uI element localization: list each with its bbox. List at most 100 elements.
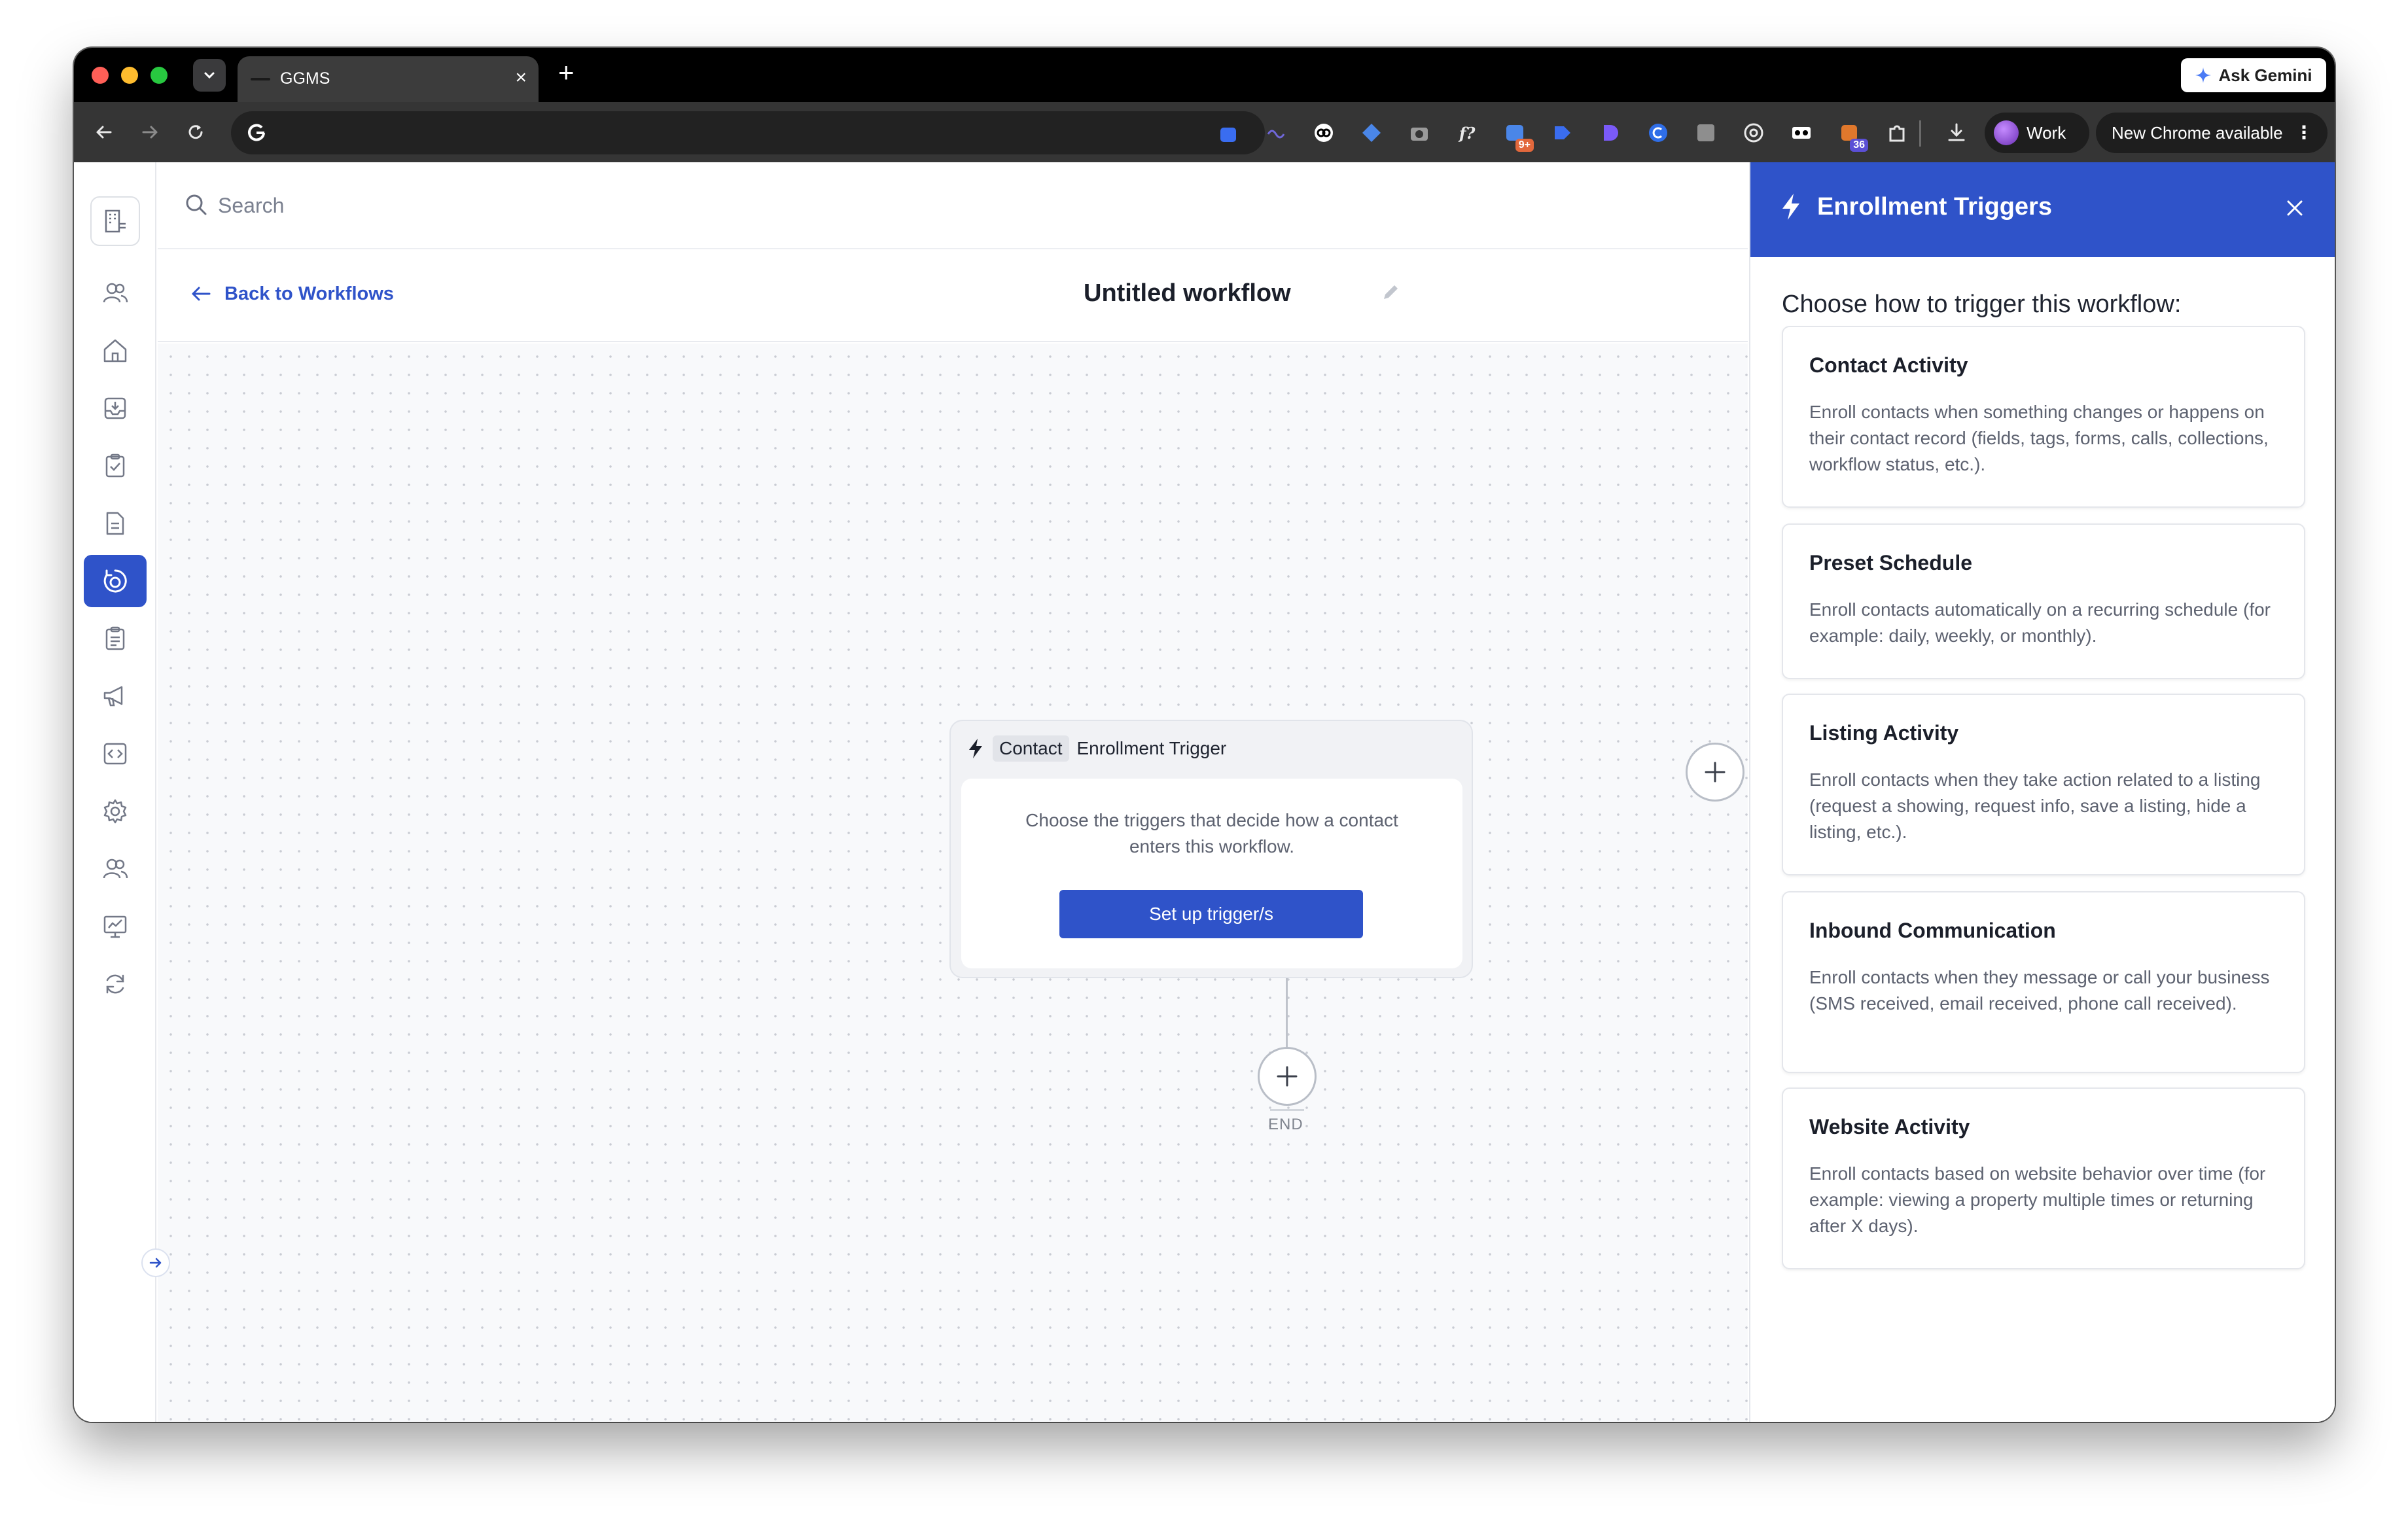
window-close-button[interactable] bbox=[92, 67, 109, 84]
workflow-canvas[interactable]: Contact Enrollment Trigger Choose the tr… bbox=[158, 344, 1748, 1422]
extension-icon[interactable]: f? bbox=[1455, 120, 1479, 145]
clipboard-check-icon bbox=[105, 453, 125, 478]
new-tab-button[interactable]: + bbox=[558, 57, 575, 88]
workflow-title[interactable]: Untitled workflow bbox=[1084, 279, 1291, 308]
extension-diamond-icon bbox=[1362, 124, 1381, 142]
window-maximize-button[interactable] bbox=[150, 67, 168, 84]
sidebar-item-marketing[interactable] bbox=[84, 670, 147, 722]
extension-icon[interactable] bbox=[1789, 120, 1814, 145]
end-divider bbox=[1270, 1109, 1304, 1111]
trigger-option-description: Enroll contacts when they message or cal… bbox=[1809, 967, 2270, 1014]
lightning-icon bbox=[1782, 194, 1799, 220]
sidebar-item-workflows[interactable] bbox=[84, 555, 147, 607]
reload-button[interactable] bbox=[180, 116, 211, 148]
tab-favicon bbox=[251, 78, 270, 80]
trigger-option-description: Enroll contacts when they take action re… bbox=[1809, 769, 2261, 842]
tab-search-button[interactable] bbox=[193, 59, 226, 92]
extension-icon[interactable] bbox=[1598, 120, 1623, 145]
lightning-icon bbox=[969, 739, 982, 758]
extension-blue-square-icon bbox=[1220, 128, 1236, 142]
trigger-option-title: Listing Activity bbox=[1809, 721, 1959, 745]
sidebar-expand-button[interactable] bbox=[141, 1248, 170, 1277]
close-panel-button[interactable] bbox=[2283, 196, 2307, 220]
enrollment-triggers-panel: Enrollment Triggers Choose how to trigge… bbox=[1749, 162, 2335, 1422]
sidebar-item-settings[interactable] bbox=[84, 785, 147, 838]
reload-icon bbox=[188, 125, 203, 139]
sidebar-item-reports[interactable] bbox=[84, 900, 147, 953]
sidebar-item-contacts[interactable] bbox=[84, 267, 147, 319]
sidebar-item-forms[interactable] bbox=[84, 612, 147, 665]
trigger-option-website-activity[interactable]: Website Activity Enroll contacts based o… bbox=[1782, 1087, 2305, 1269]
downloads-button[interactable] bbox=[1944, 120, 1969, 145]
panel-header: Enrollment Triggers bbox=[1750, 162, 2335, 257]
extension-icon[interactable] bbox=[1264, 120, 1288, 145]
arrow-left-icon bbox=[96, 126, 112, 139]
extension-icon[interactable] bbox=[1550, 120, 1575, 145]
flow-connector bbox=[1286, 978, 1288, 1048]
ask-gemini-button[interactable]: Ask Gemini bbox=[2181, 58, 2326, 92]
extension-icon[interactable]: 9+ bbox=[1502, 120, 1534, 152]
trigger-option-description: Enroll contacts when something changes o… bbox=[1809, 402, 2269, 474]
extension-icon[interactable] bbox=[1741, 120, 1766, 145]
set-up-triggers-button[interactable]: Set up trigger/s bbox=[1059, 890, 1363, 938]
trigger-option-title: Website Activity bbox=[1809, 1115, 1970, 1138]
team-icon bbox=[103, 858, 128, 879]
trigger-card-body: Choose the triggers that decide how a co… bbox=[961, 779, 1462, 968]
panel-subtitle: Choose how to trigger this workflow: bbox=[1782, 291, 2182, 318]
trigger-option-contact-activity[interactable]: Contact Activity Enroll contacts when so… bbox=[1782, 326, 2305, 508]
sidebar-item-inbox[interactable] bbox=[84, 382, 147, 434]
kebab-menu-icon[interactable]: ⋮ bbox=[2295, 122, 2313, 143]
building-icon bbox=[105, 209, 126, 233]
trigger-option-title: Contact Activity bbox=[1809, 353, 1968, 377]
trigger-option-inbound-communication[interactable]: Inbound Communication Enroll contacts wh… bbox=[1782, 891, 2305, 1073]
back-button[interactable] bbox=[88, 116, 120, 148]
extension-icon[interactable]: 36 bbox=[1837, 120, 1868, 152]
extension-wave-icon bbox=[1267, 130, 1285, 139]
search-input[interactable] bbox=[218, 188, 611, 222]
trigger-card-header: Contact Enrollment Trigger bbox=[966, 735, 1226, 762]
function-icon: f? bbox=[1458, 124, 1476, 143]
sidebar-item-documents[interactable] bbox=[84, 497, 147, 550]
extension-icon[interactable] bbox=[1407, 120, 1432, 145]
trigger-option-description: Enroll contacts automatically on a recur… bbox=[1809, 599, 2271, 646]
app-root: Back to Workflows Untitled workflow Wo C… bbox=[74, 162, 2335, 1422]
forward-button[interactable] bbox=[134, 116, 166, 148]
sidebar-item-tasks[interactable] bbox=[84, 440, 147, 492]
trigger-option-listing-activity[interactable]: Listing Activity Enroll contacts when th… bbox=[1782, 694, 2305, 875]
add-step-button[interactable] bbox=[1258, 1047, 1317, 1106]
address-bar[interactable] bbox=[231, 111, 1265, 154]
sidebar-item-home[interactable] bbox=[84, 325, 147, 377]
arrow-right-icon bbox=[149, 1258, 162, 1268]
inbox-icon bbox=[104, 397, 126, 419]
browser-tab[interactable]: GGMS × bbox=[238, 56, 539, 102]
edit-title-button[interactable] bbox=[1380, 282, 1401, 303]
search-icon bbox=[184, 192, 209, 217]
sidebar-item-sync[interactable] bbox=[84, 958, 147, 1010]
extensions-menu-button[interactable] bbox=[1885, 120, 1909, 145]
sidebar-logo[interactable] bbox=[90, 196, 140, 246]
arrow-left-icon bbox=[192, 287, 211, 301]
back-to-workflows-link[interactable]: Back to Workflows bbox=[189, 282, 394, 306]
puzzle-icon bbox=[1889, 125, 1905, 142]
trigger-option-preset-schedule[interactable]: Preset Schedule Enroll contacts automati… bbox=[1782, 523, 2305, 679]
tag-icon bbox=[1555, 126, 1570, 139]
tab-close-button[interactable]: × bbox=[515, 67, 527, 89]
sidebar-item-integrations[interactable] bbox=[84, 728, 147, 780]
chevron-down-icon bbox=[204, 72, 215, 79]
sidebar-item-team[interactable] bbox=[84, 843, 147, 895]
avatar bbox=[1994, 120, 2019, 145]
add-branch-button[interactable] bbox=[1686, 743, 1744, 802]
window-minimize-button[interactable] bbox=[121, 67, 138, 84]
extension-icon[interactable] bbox=[1646, 120, 1671, 145]
home-icon bbox=[103, 339, 127, 362]
chrome-update-button[interactable]: New Chrome available ⋮ bbox=[2096, 113, 2328, 153]
extension-icon[interactable] bbox=[1693, 120, 1718, 145]
extension-icon[interactable] bbox=[1359, 120, 1384, 145]
tab-title: GGMS bbox=[280, 69, 330, 88]
extension-icon[interactable] bbox=[1216, 120, 1241, 145]
plus-icon bbox=[1277, 1066, 1298, 1087]
workflow-header: Back to Workflows Untitled workflow Wo bbox=[158, 251, 1821, 342]
profile-button[interactable]: Work bbox=[1985, 113, 2089, 153]
enrollment-trigger-card[interactable]: Contact Enrollment Trigger Choose the tr… bbox=[949, 720, 1473, 978]
extension-icon[interactable] bbox=[1311, 120, 1336, 145]
